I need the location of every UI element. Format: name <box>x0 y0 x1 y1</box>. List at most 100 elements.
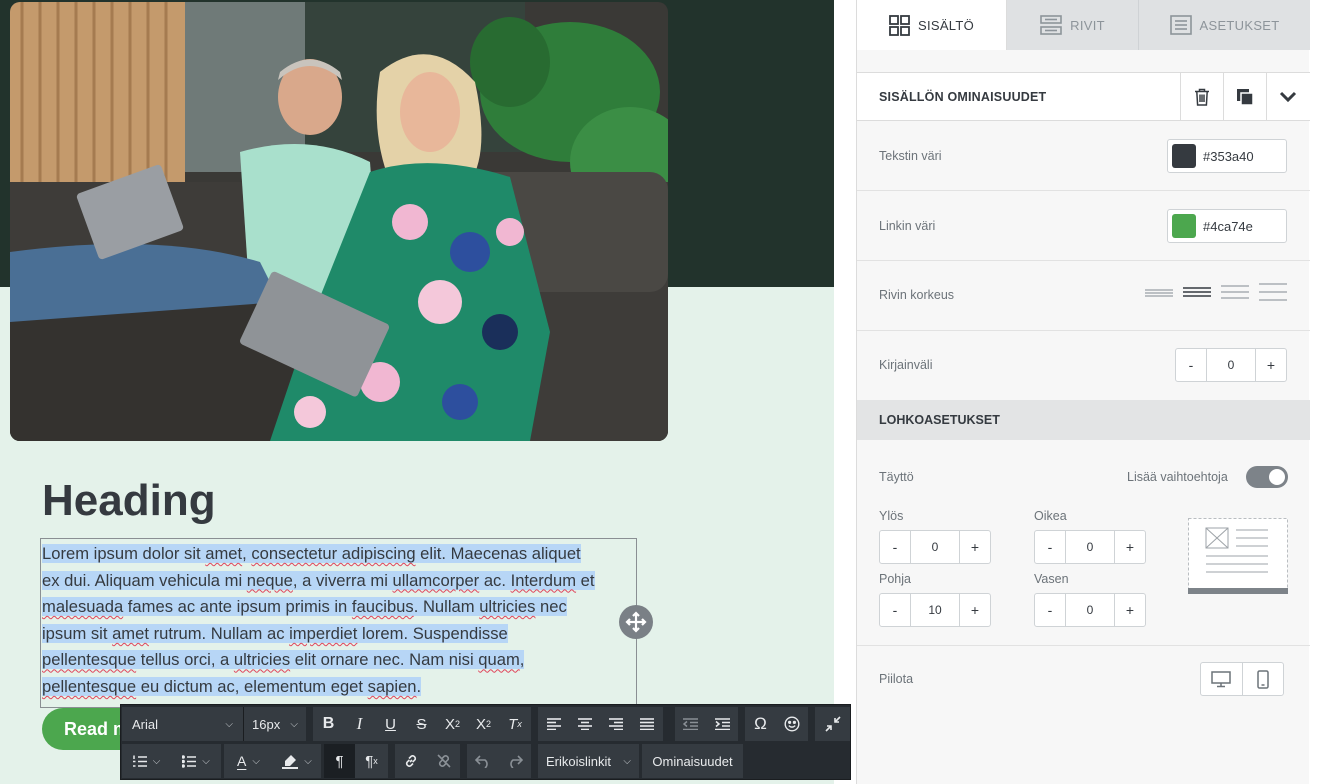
properties-button[interactable]: Ominaisuudet <box>642 744 743 778</box>
increment-button[interactable]: + <box>1115 531 1145 563</box>
superscript-icon[interactable]: X2 <box>437 707 468 741</box>
paragraph-line[interactable]: pellentesque tellus orci, a ultricies el… <box>42 650 525 670</box>
paragraph-line[interactable]: malesuada fames ac ante ipsum primis in … <box>42 597 567 617</box>
strikethrough-icon[interactable]: S <box>406 707 437 741</box>
special-char-icon[interactable]: Ω <box>745 707 776 741</box>
padding-left-stepper[interactable]: - 0 + <box>1034 593 1146 627</box>
unlink-icon[interactable] <box>427 744 460 778</box>
text-run: et <box>576 570 595 590</box>
letter-spacing-value[interactable]: 0 <box>1206 349 1256 381</box>
underline-icon[interactable]: U <box>375 707 406 741</box>
increment-button[interactable]: + <box>1256 349 1286 381</box>
padding-top-stepper[interactable]: - 0 + <box>879 530 991 564</box>
collapse-panel-button[interactable] <box>1266 73 1309 121</box>
ordered-list-icon[interactable]: ⌵ <box>122 744 171 778</box>
link-color-field[interactable]: #4ca74e <box>1167 209 1287 243</box>
line-height-relaxed-icon[interactable] <box>1220 284 1250 300</box>
decrement-button[interactable]: - <box>880 594 910 626</box>
duplicate-button[interactable] <box>1223 73 1266 121</box>
tab-rows[interactable]: RIVIT <box>1007 0 1139 50</box>
text-run: Lorem ipsum dolor sit <box>42 544 206 563</box>
text-run: . Nullam <box>413 597 480 617</box>
content-heading[interactable]: Heading <box>42 476 216 526</box>
toggle-knob <box>1269 469 1285 485</box>
selected-text-block[interactable]: Lorem ipsum dolor sit amet, consectetur … <box>40 538 637 708</box>
padding-bottom-value[interactable]: 10 <box>910 594 960 626</box>
content-properties-header: SISÄLLÖN OMINAISUUDET <box>857 72 1310 121</box>
highlight-icon[interactable]: ⌵ <box>273 744 321 778</box>
font-family-select[interactable]: Arial ⌵ <box>122 707 243 741</box>
mobile-icon <box>1257 669 1269 689</box>
clear-format-icon[interactable]: Tx <box>499 707 531 741</box>
delete-button[interactable] <box>1180 73 1223 121</box>
decrement-button[interactable]: - <box>1176 349 1206 381</box>
line-height-loose-icon[interactable] <box>1258 282 1288 302</box>
misspelled-word: quam <box>478 650 520 670</box>
text-color-swatch[interactable] <box>1172 144 1196 168</box>
chevron-down-icon: ⌵ <box>202 755 210 767</box>
link-icon[interactable] <box>395 744 427 778</box>
link-color-row: Linkin väri #4ca74e <box>857 191 1310 261</box>
text-color-field[interactable]: #353a40 <box>1167 139 1287 173</box>
misspelled-word: Interdum <box>510 570 577 590</box>
paragraph-line[interactable]: Lorem ipsum dolor sit amet, consectetur … <box>42 544 581 563</box>
rtl-icon[interactable]: ¶ x <box>355 744 388 778</box>
chevron-down-icon: ⌵ <box>225 718 233 730</box>
padding-bottom-label: Pohja <box>879 572 911 586</box>
chevron-down-icon <box>1279 91 1297 103</box>
subscript-icon[interactable]: X2 <box>468 707 499 741</box>
hide-desktop-button[interactable] <box>1201 663 1242 695</box>
padding-left-value[interactable]: 0 <box>1065 594 1115 626</box>
paragraph-text[interactable]: Lorem ipsum dolor sit amet, consectetur … <box>42 541 634 701</box>
letter-spacing-stepper[interactable]: - 0 + <box>1175 348 1287 382</box>
text-color-icon[interactable]: A ⌵ <box>224 744 273 778</box>
padding-right-value[interactable]: 0 <box>1065 531 1115 563</box>
align-justify-icon[interactable] <box>631 707 663 741</box>
hero-image[interactable] <box>10 2 668 441</box>
line-height-normal-icon[interactable] <box>1182 285 1212 299</box>
more-options-toggle[interactable] <box>1246 466 1288 488</box>
line-height-compact-icon[interactable] <box>1144 285 1174 299</box>
redo-icon[interactable] <box>499 744 531 778</box>
padding-left-label: Vasen <box>1034 572 1069 586</box>
misspelled-word: pellentesque <box>42 676 137 696</box>
align-center-icon[interactable] <box>569 707 600 741</box>
text-run: nec <box>535 597 567 617</box>
hide-mobile-button[interactable] <box>1241 663 1284 695</box>
tab-content[interactable]: SISÄLTÖ <box>857 0 1007 50</box>
align-left-icon[interactable] <box>538 707 569 741</box>
padding-right-stepper[interactable]: - 0 + <box>1034 530 1146 564</box>
font-size-select[interactable]: 16px ⌵ <box>243 707 306 741</box>
bold-icon[interactable]: B <box>313 707 344 741</box>
grid-icon <box>889 14 910 36</box>
undo-icon[interactable] <box>467 744 499 778</box>
link-color-swatch[interactable] <box>1172 214 1196 238</box>
increment-button[interactable]: + <box>1115 594 1145 626</box>
special-links-dropdown[interactable]: Erikoislinkit ⌵ <box>538 744 639 778</box>
emoji-icon[interactable] <box>776 707 808 741</box>
increment-button[interactable]: + <box>960 594 990 626</box>
chevron-down-icon: ⌵ <box>304 755 312 767</box>
indent-icon[interactable] <box>706 707 738 741</box>
padding-bottom-stepper[interactable]: - 10 + <box>879 593 991 627</box>
bullet-list-icon[interactable]: ⌵ <box>171 744 221 778</box>
paragraph-line[interactable]: ipsum sit amet rutrum. Nullam ac imperdi… <box>42 623 508 643</box>
increment-button[interactable]: + <box>960 531 990 563</box>
align-right-icon[interactable] <box>600 707 631 741</box>
decrement-button[interactable]: - <box>1035 594 1065 626</box>
decrement-button[interactable]: - <box>1035 531 1065 563</box>
chevron-down-icon: ⌵ <box>252 755 260 767</box>
padding-top-value[interactable]: 0 <box>910 531 960 563</box>
outdent-icon[interactable] <box>675 707 706 741</box>
chevron-down-icon: ⌵ <box>623 755 631 767</box>
ltr-icon[interactable]: ¶ <box>324 744 355 778</box>
tab-settings[interactable]: ASETUKSET <box>1139 0 1310 50</box>
paragraph-line[interactable]: ex dui. Aliquam vehicula mi neque, a viv… <box>42 570 595 590</box>
move-icon[interactable] <box>619 605 653 639</box>
decrement-button[interactable]: - <box>880 531 910 563</box>
hide-device-toggle <box>1200 662 1284 696</box>
misspelled-word: amet <box>112 623 149 643</box>
paragraph-line[interactable]: pellentesque eu dictum ac, elementum ege… <box>42 676 422 696</box>
collapse-icon[interactable] <box>815 707 850 741</box>
italic-icon[interactable]: I <box>344 707 375 741</box>
